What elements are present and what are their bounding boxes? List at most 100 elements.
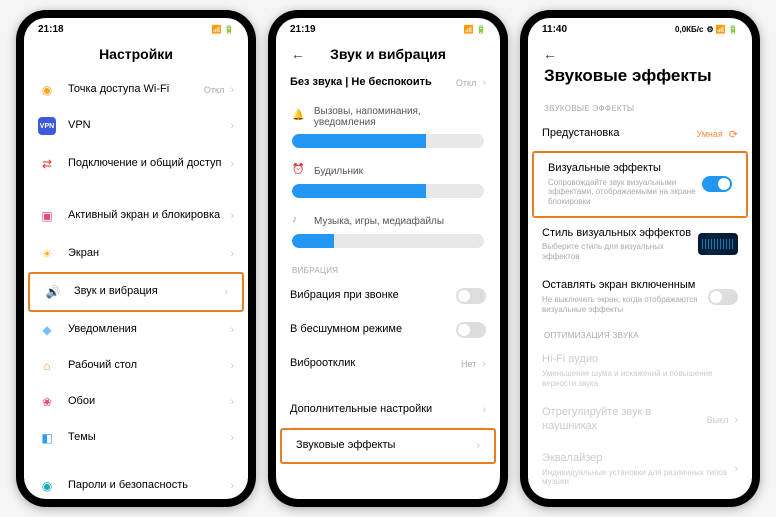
- status-icons: 📶 🔋: [464, 25, 486, 34]
- row-security[interactable]: ◉ Пароли и безопасность ›: [24, 468, 248, 499]
- status-bar: 21:18 📶 🔋: [24, 18, 248, 40]
- row-label: Обои: [68, 395, 224, 409]
- row-label: Точка доступа Wi-Fi: [68, 83, 198, 97]
- chevron-right-icon: ›: [482, 404, 486, 416]
- slider-alarm[interactable]: ⏰ Будильник: [276, 158, 500, 208]
- row-label: Hi-Fi аудио Уменьшение шума и искажений …: [542, 353, 738, 388]
- slider-media[interactable]: ♪ Музыка, игры, медиафайлы: [276, 208, 500, 258]
- slider-track[interactable]: [292, 234, 484, 248]
- share-icon: ⇄: [38, 155, 56, 173]
- row-adjust-headphones: Отрегулируйте звук в наушниках Выкл ›: [528, 397, 752, 443]
- chevron-right-icon: ›: [482, 358, 486, 370]
- row-subtitle: Индивидуальные установки для различных т…: [542, 468, 728, 487]
- row-lockscreen[interactable]: ▣ Активный экран и блокировка ›: [24, 196, 248, 236]
- slider-label: Музыка, игры, медиафайлы: [314, 216, 444, 227]
- screen: 11:40 0,0КБ/с ⚙ 📶 🔋 ← Звуковые эффекты З…: [528, 18, 752, 499]
- status-icons: 📶 🔋: [212, 25, 234, 34]
- toggle[interactable]: [456, 288, 486, 304]
- waveform-preview: [698, 233, 738, 255]
- bell-icon: 🔔: [292, 110, 306, 124]
- status-time: 21:18: [38, 24, 64, 35]
- row-label: Активный экран и блокировка: [68, 209, 224, 223]
- chevron-right-icon: ›: [230, 480, 234, 492]
- slider-track[interactable]: [292, 134, 484, 148]
- sun-icon: ☀: [38, 245, 56, 263]
- bell-icon: ◆: [38, 321, 56, 339]
- settings-list: ◉ Точка доступа Wi-Fi Откл › VPN VPN › ⇄…: [24, 72, 248, 499]
- row-advanced[interactable]: Дополнительные настройки ›: [276, 393, 500, 427]
- sound-list: Без звука | Не беспокоить Откл › 🔔 Вызов…: [276, 66, 500, 499]
- section-optimization: ОПТИМИЗАЦИЯ ЗВУКА: [528, 323, 752, 344]
- theme-icon: ◧: [38, 429, 56, 447]
- vpn-icon: VPN: [38, 117, 56, 135]
- chevron-right-icon: ›: [224, 286, 228, 298]
- row-hotspot[interactable]: ◉ Точка доступа Wi-Fi Откл ›: [24, 72, 248, 108]
- row-value: Нет: [461, 359, 476, 369]
- row-keep-screen-on[interactable]: Оставлять экран включенным Не выключать …: [528, 270, 752, 323]
- section-vibration: ВИБРАЦИЯ: [276, 258, 500, 279]
- row-label: Пароли и безопасность: [68, 479, 224, 493]
- row-subtitle: Не выключать экран, когда отображаются в…: [542, 295, 708, 314]
- row-hifi: Hi-Fi аудио Уменьшение шума и искажений …: [528, 344, 752, 397]
- status-bar: 11:40 0,0КБ/с ⚙ 📶 🔋: [528, 18, 752, 40]
- row-label: Эквалайзер Индивидуальные установки для …: [542, 452, 728, 487]
- wallpaper-icon: ❀: [38, 393, 56, 411]
- row-visual-effects[interactable]: Визуальные эффекты Сопровождайте звук ви…: [532, 151, 748, 218]
- page-title: Настройки: [38, 46, 234, 62]
- row-equalizer: Эквалайзер Индивидуальные установки для …: [528, 443, 752, 496]
- screen: 21:19 📶 🔋 ← Звук и вибрация Без звука | …: [276, 18, 500, 499]
- section-effects: ЗВУКОВЫЕ ЭФФЕКТЫ: [528, 96, 752, 117]
- slider-label: Вызовы, напоминания, уведомления: [314, 106, 484, 128]
- status-time: 11:40: [542, 24, 567, 35]
- screen: 21:18 📶 🔋 Настройки ◉ Точка доступа Wi-F…: [24, 18, 248, 499]
- phone-sound: 21:19 📶 🔋 ← Звук и вибрация Без звука | …: [268, 10, 508, 507]
- row-label: Подключение и общий доступ: [68, 157, 224, 171]
- row-homescreen[interactable]: ⌂ Рабочий стол ›: [24, 348, 248, 384]
- hotspot-icon: ◉: [38, 81, 56, 99]
- row-preset[interactable]: Предустановка Умная ⟳: [528, 117, 752, 151]
- row-vpn[interactable]: VPN VPN ›: [24, 108, 248, 144]
- status-icons: 0,0КБ/с ⚙ 📶 🔋: [675, 25, 738, 34]
- chevron-right-icon: ›: [482, 77, 486, 89]
- effects-list: ЗВУКОВЫЕ ЭФФЕКТЫ Предустановка Умная ⟳ В…: [528, 96, 752, 499]
- toggle[interactable]: [456, 322, 486, 338]
- phone-effects: 11:40 0,0КБ/с ⚙ 📶 🔋 ← Звуковые эффекты З…: [520, 10, 760, 507]
- row-label: Звук и вибрация: [74, 285, 218, 299]
- row-silent[interactable]: Без звука | Не беспокоить Откл ›: [276, 66, 500, 100]
- row-label: Звуковые эффекты: [296, 439, 470, 453]
- row-visual-style[interactable]: Стиль визуальных эффектов Выберите стиль…: [528, 218, 752, 271]
- row-value: Откл: [204, 85, 224, 95]
- row-sound-effects[interactable]: Звуковые эффекты ›: [280, 428, 496, 464]
- slider-ringtone[interactable]: 🔔 Вызовы, напоминания, уведомления: [276, 100, 500, 158]
- row-label: Темы: [68, 431, 224, 445]
- row-sound[interactable]: 🔊 Звук и вибрация ›: [28, 272, 244, 312]
- back-button[interactable]: ←: [542, 46, 558, 62]
- row-vibrate-silent[interactable]: В бесшумном режиме: [276, 313, 500, 347]
- chevron-right-icon: ›: [230, 120, 234, 132]
- music-icon: ♪: [292, 214, 306, 228]
- toggle[interactable]: [702, 176, 732, 192]
- row-vibrate-ring[interactable]: Вибрация при звонке: [276, 279, 500, 313]
- row-label: VPN: [68, 119, 224, 133]
- toggle[interactable]: [708, 289, 738, 305]
- row-label: Уведомления: [68, 323, 224, 337]
- lock-icon: ▣: [38, 207, 56, 225]
- row-label: Стиль визуальных эффектов Выберите стиль…: [542, 227, 698, 262]
- slider-track[interactable]: [292, 184, 484, 198]
- chevron-right-icon: ›: [230, 158, 234, 170]
- row-themes[interactable]: ◧ Темы ›: [24, 420, 248, 456]
- row-haptic[interactable]: Виброотклик Нет ›: [276, 347, 500, 381]
- title-row: ← Звук и вибрация: [276, 40, 500, 66]
- row-sharing[interactable]: ⇄ Подключение и общий доступ ›: [24, 144, 248, 184]
- alarm-icon: ⏰: [292, 164, 306, 178]
- slider-label: Будильник: [314, 166, 363, 177]
- page-title: Звуковые эффекты: [528, 62, 752, 96]
- chevron-right-icon: ›: [230, 324, 234, 336]
- row-notifications[interactable]: ◆ Уведомления ›: [24, 312, 248, 348]
- row-label: В бесшумном режиме: [290, 323, 456, 337]
- row-wallpaper[interactable]: ❀ Обои ›: [24, 384, 248, 420]
- row-display[interactable]: ☀ Экран ›: [24, 236, 248, 272]
- row-value: Откл: [456, 78, 476, 88]
- row-subtitle: Выберите стиль для визуальных эффектов: [542, 242, 698, 261]
- row-label: Виброотклик: [290, 357, 455, 371]
